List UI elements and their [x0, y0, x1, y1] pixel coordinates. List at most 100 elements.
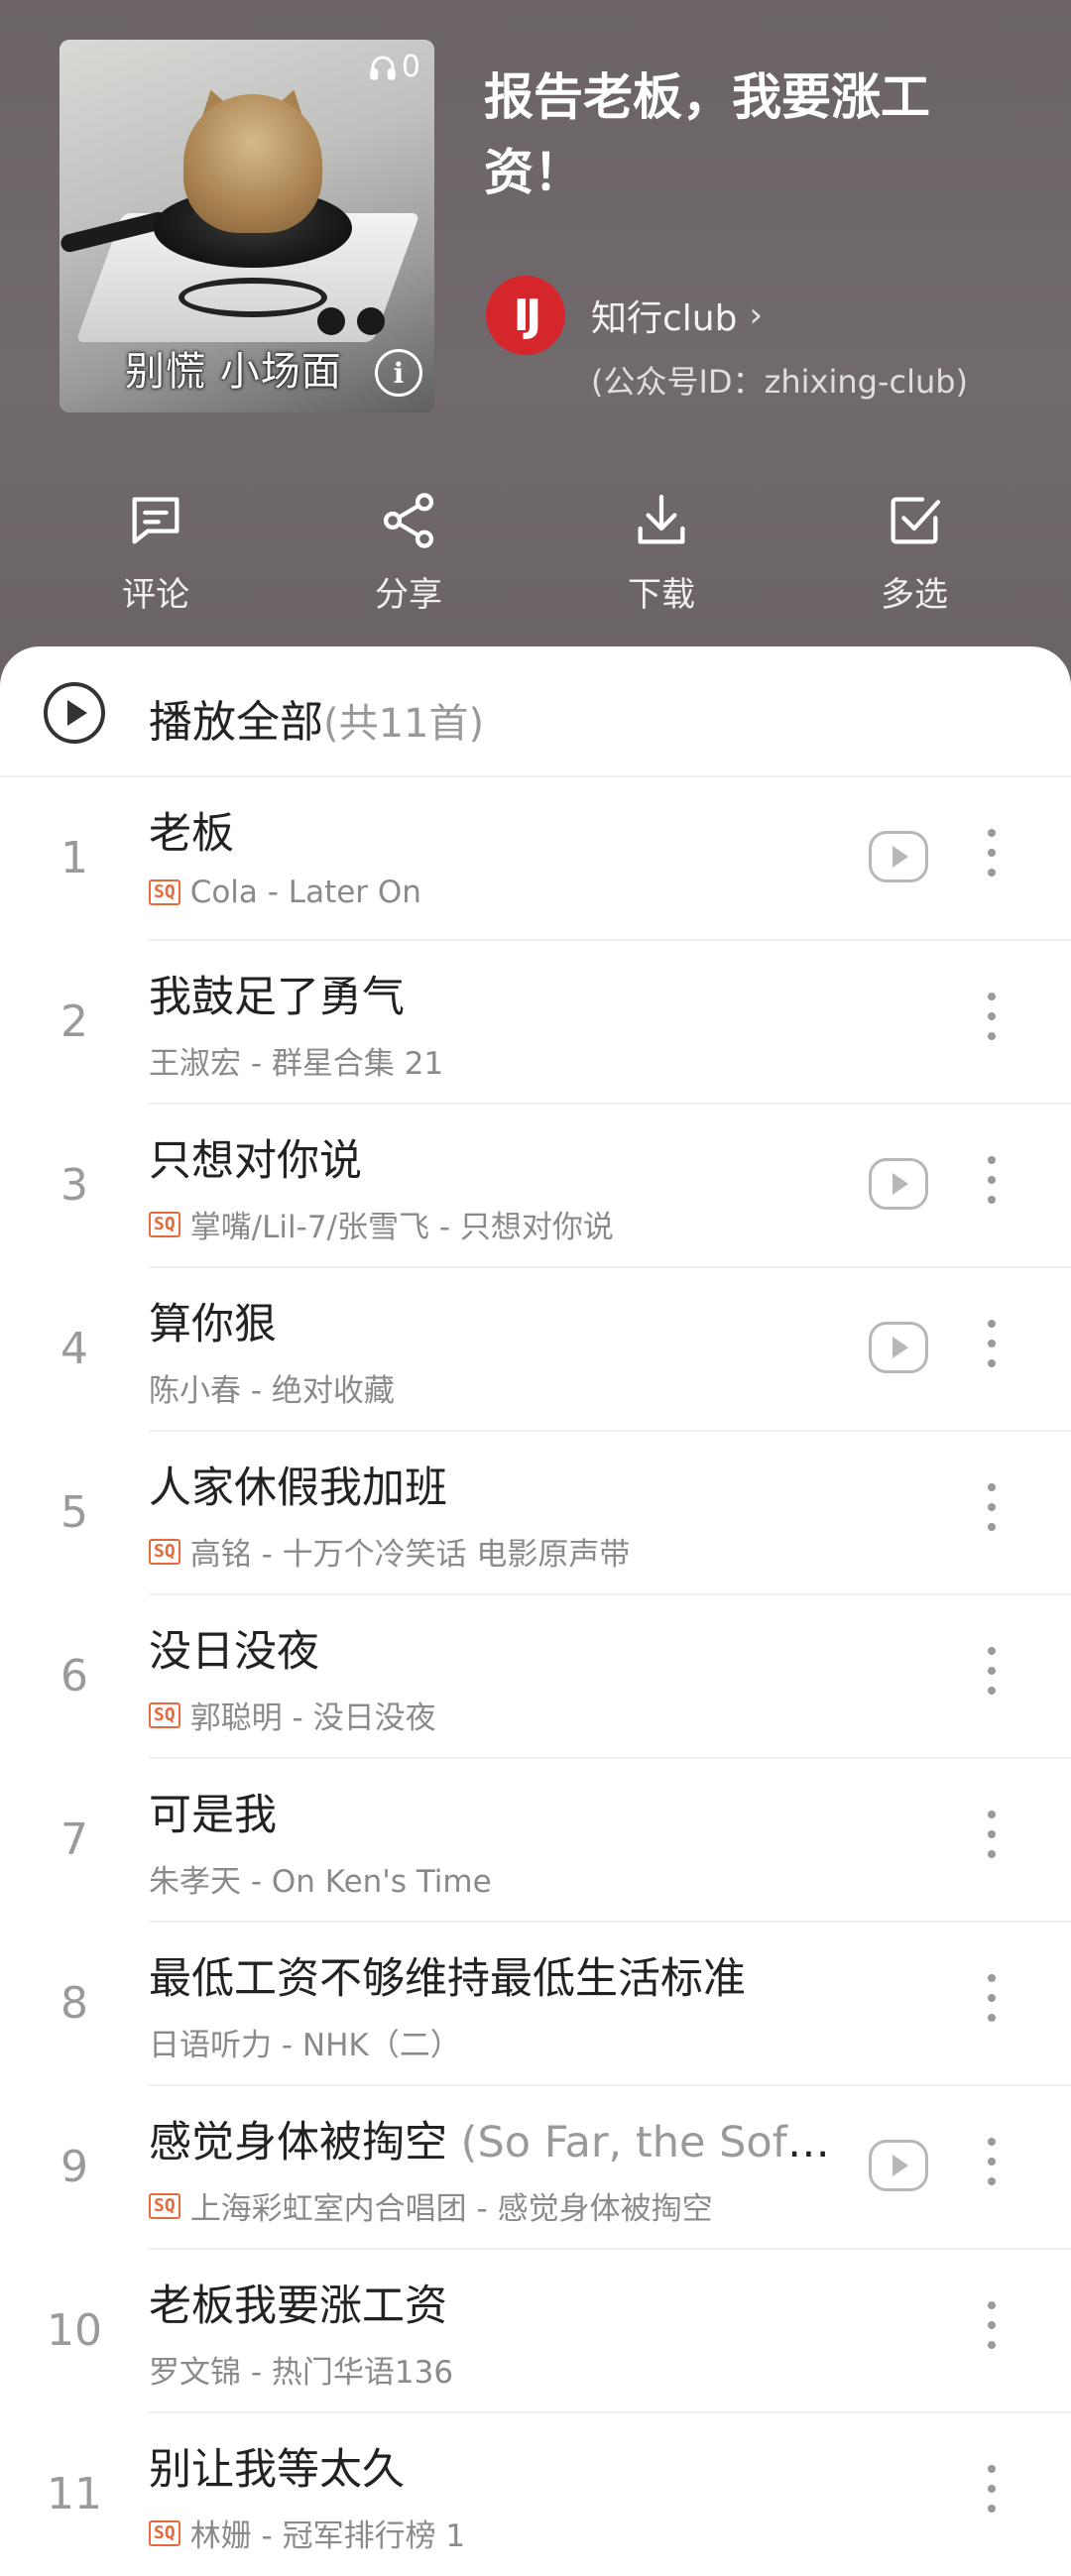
song-row[interactable]: 6 没日没夜 SQ 郭聪明 - 没日没夜 — [0, 1595, 1071, 1759]
song-index: 7 — [60, 1815, 88, 1865]
artist-album-text: 朱孝天 - On Ken's Time — [149, 1864, 492, 1900]
song-row[interactable]: 9 感觉身体被掏空 (So Far, the Sofa... SQ 上海彩虹室内合唱团… — [0, 2086, 1071, 2250]
song-row[interactable]: 7 可是我朱孝天 - On Ken's Time — [0, 1759, 1071, 1923]
sq-badge-icon: SQ — [149, 1701, 180, 1728]
song-title[interactable]: 别让我等太久 — [149, 2435, 405, 2497]
artist-album-text: 掌嘴/Lil-7/张雪飞 - 只想对你说 — [189, 1210, 614, 1245]
more-options-icon[interactable] — [982, 1647, 1002, 1706]
artist-album-text: 林姗 - 冠军排行榜 1 — [189, 2518, 466, 2554]
song-title-text: 可是我 — [149, 1791, 277, 1840]
sq-badge-icon: SQ — [149, 879, 180, 905]
more-options-icon[interactable] — [982, 1811, 1002, 1870]
creator-link[interactable]: IJ 知行club › — [486, 276, 763, 355]
artist-album-text: 郭聪明 - 没日没夜 — [189, 1700, 436, 1736]
share-button[interactable]: 分享 — [329, 486, 488, 616]
mv-play-icon[interactable] — [869, 1158, 928, 1210]
headphones-icon — [370, 56, 396, 80]
song-list-panel: 播放全部(共11首) 1 老板 SQ Cola - Later On 2 我鼓足了勇气 王淑… — [0, 646, 1071, 2576]
cover-grate-shape — [178, 278, 327, 317]
play-count: 0 — [368, 50, 420, 84]
song-index: 8 — [60, 1978, 88, 2029]
song-title-text: 老板 — [149, 809, 234, 859]
playlist-cover[interactable]: 0 别慌 小场面 i — [60, 40, 434, 412]
play-all-bar[interactable]: 播放全部(共11首) — [0, 646, 1071, 777]
song-title[interactable]: 感觉身体被掏空 (So Far, the Sofa... — [149, 2108, 833, 2169]
song-title[interactable]: 老板我要涨工资 — [149, 2272, 447, 2333]
song-title[interactable]: 可是我 — [149, 1781, 277, 1842]
play-circle-icon[interactable] — [44, 682, 105, 744]
download-label: 下载 — [628, 575, 695, 615]
mv-play-icon[interactable] — [869, 2140, 928, 2191]
info-icon[interactable]: i — [375, 349, 422, 397]
song-title[interactable]: 老板 — [149, 799, 234, 861]
more-options-icon[interactable] — [982, 993, 1002, 1052]
song-row[interactable]: 5 人家休假我加班 SQ 高铭 - 十万个冷笑话 电影原声带 — [0, 1432, 1071, 1595]
song-subtitle: 陈小春 - 绝对收藏 — [149, 1365, 395, 1410]
song-title[interactable]: 我鼓足了勇气 — [149, 963, 405, 1024]
sq-badge-icon: SQ — [149, 2519, 180, 2546]
comment-button[interactable]: 评论 — [76, 486, 235, 616]
song-title-text: 人家休假我加班 — [149, 1464, 447, 1513]
comment-label: 评论 — [122, 575, 189, 615]
creator-avatar[interactable]: IJ — [486, 276, 565, 355]
play-all-text: 播放全部 — [149, 697, 323, 748]
more-options-icon[interactable] — [982, 1320, 1002, 1379]
song-count: (共11首) — [323, 701, 485, 747]
multiselect-label: 多选 — [881, 575, 948, 615]
song-title-text: 我鼓足了勇气 — [149, 973, 405, 1022]
song-index: 3 — [60, 1160, 88, 1211]
creator-name[interactable]: 知行club — [591, 290, 737, 341]
song-row[interactable]: 8 最低工资不够维持最低生活标准日语听力 - NHK（二） — [0, 1923, 1071, 2086]
song-index: 11 — [47, 2469, 102, 2519]
song-title-text: 算你狠 — [149, 1300, 277, 1349]
multiselect-button[interactable]: 多选 — [835, 486, 994, 616]
song-row[interactable]: 4 算你狠陈小春 - 绝对收藏 — [0, 1268, 1071, 1432]
song-row[interactable]: 2 我鼓足了勇气 王淑宏 - 群星合集 21 — [0, 941, 1071, 1105]
more-options-icon[interactable] — [982, 829, 1002, 888]
more-options-icon[interactable] — [982, 2301, 1002, 2361]
more-options-icon[interactable] — [982, 1483, 1002, 1543]
song-title[interactable]: 最低工资不够维持最低生活标准 — [149, 1944, 746, 2006]
cover-cat-shape — [183, 94, 322, 233]
song-row[interactable]: 10 老板我要涨工资 罗文锦 - 热门华语136 — [0, 2250, 1071, 2413]
song-row[interactable]: 3 只想对你说 SQ 掌嘴/Lil-7/张雪飞 - 只想对你说 — [0, 1105, 1071, 1268]
song-title[interactable]: 没日没夜 — [149, 1617, 319, 1679]
song-subtitle: SQ 上海彩虹室内合唱团 - 感觉身体被掏空 — [149, 2183, 713, 2228]
song-title-text: 没日没夜 — [149, 1627, 319, 1677]
artist-album-text: 高铭 - 十万个冷笑话 电影原声带 — [189, 1537, 631, 1573]
song-title[interactable]: 只想对你说 — [149, 1126, 362, 1188]
song-row[interactable]: 1 老板 SQ Cola - Later On — [0, 777, 1071, 941]
playlist-header: 0 别慌 小场面 i 报告老板，我要涨工资！ IJ 知行club › (公众号I… — [0, 0, 1071, 694]
song-subtitle: 日语听力 - NHK（二） — [149, 2020, 461, 2064]
song-title-text: 老板我要涨工资 — [149, 2282, 447, 2331]
more-options-icon[interactable] — [982, 2465, 1002, 2524]
artist-album-text: 日语听力 - NHK（二） — [149, 2028, 461, 2063]
artist-album-text: 上海彩虹室内合唱团 - 感觉身体被掏空 — [189, 2191, 713, 2227]
song-title-text: 别让我等太久 — [149, 2445, 405, 2495]
sq-badge-icon: SQ — [149, 1211, 180, 1237]
more-options-icon[interactable] — [982, 1974, 1002, 2034]
song-title-text: 最低工资不够维持最低生活标准 — [149, 1954, 746, 2004]
mv-play-icon[interactable] — [869, 1322, 928, 1373]
song-index: 4 — [60, 1324, 88, 1374]
download-icon — [638, 494, 685, 544]
song-title-text: 只想对你说 — [149, 1136, 362, 1186]
song-subtitle: 王淑宏 - 群星合集 21 — [149, 1038, 443, 1083]
play-count-value: 0 — [401, 50, 420, 84]
mv-play-icon[interactable] — [869, 831, 928, 882]
song-title[interactable]: 人家休假我加班 — [149, 1454, 447, 1515]
song-index: 5 — [60, 1487, 88, 1538]
song-index: 1 — [60, 833, 88, 883]
song-subtitle: SQ 郭聪明 - 没日没夜 — [149, 1693, 436, 1737]
song-title-alias: (So Far, the Sofa... — [447, 2118, 833, 2167]
song-subtitle: 朱孝天 - On Ken's Time — [149, 1856, 492, 1901]
action-bar: 评论 分享 下载 多选 — [0, 486, 1071, 615]
share-icon — [383, 493, 434, 548]
song-title[interactable]: 算你狠 — [149, 1290, 277, 1351]
song-row[interactable]: 11 别让我等太久 SQ 林姗 - 冠军排行榜 1 — [0, 2413, 1071, 2576]
more-options-icon[interactable] — [982, 2138, 1002, 2197]
download-button[interactable]: 下载 — [582, 486, 741, 616]
song-subtitle: SQ 林姗 - 冠军排行榜 1 — [149, 2511, 465, 2555]
more-options-icon[interactable] — [982, 1156, 1002, 1216]
play-all-label[interactable]: 播放全部(共11首) — [149, 686, 484, 750]
